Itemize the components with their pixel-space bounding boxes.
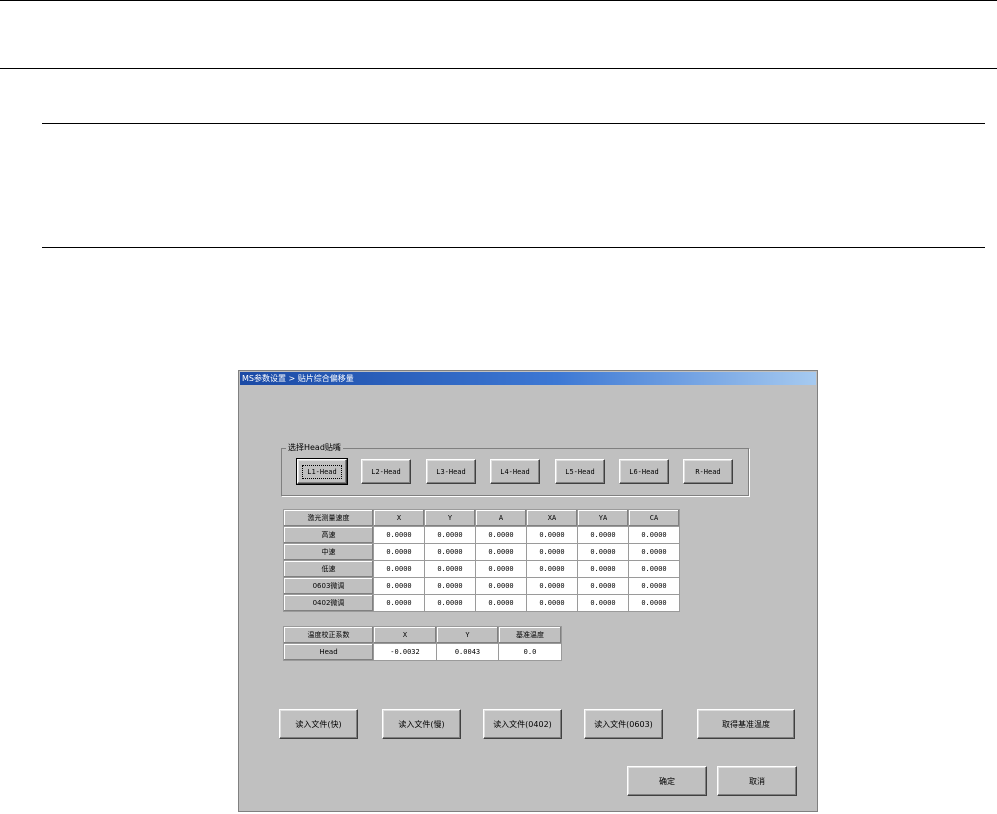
table-cell[interactable]: 0.0000 — [424, 577, 476, 595]
table-cell[interactable]: 0.0000 — [577, 594, 629, 612]
table-cell[interactable]: 0.0000 — [373, 594, 425, 612]
load-file-slow-button[interactable]: 读入文件(慢) — [382, 709, 461, 739]
head-button-l3[interactable]: L3-Head — [426, 459, 476, 484]
load-file-0603-button[interactable]: 读入文件(0603) — [584, 709, 663, 739]
table-row: 0402微调 0.0000 0.0000 0.0000 0.0000 0.000… — [283, 594, 680, 612]
table-cell[interactable]: 0.0000 — [577, 577, 629, 595]
table-cell[interactable]: 0.0000 — [373, 543, 425, 561]
table-cell[interactable]: 0.0000 — [475, 560, 527, 578]
table-cell[interactable]: 0.0000 — [424, 526, 476, 544]
load-file-0402-button[interactable]: 读入文件(0402) — [483, 709, 562, 739]
table-cell[interactable]: 0.0000 — [628, 560, 680, 578]
column-header-a: A — [475, 509, 527, 527]
row-header-high-speed: 高速 — [283, 526, 374, 544]
head-button-l5[interactable]: L5-Head — [555, 459, 605, 484]
column-header-y: Y — [424, 509, 476, 527]
table-cell[interactable]: 0.0000 — [628, 543, 680, 561]
table-cell[interactable]: 0.0000 — [526, 560, 578, 578]
section-rule-lower — [42, 247, 985, 248]
table-cell[interactable]: 0.0000 — [373, 560, 425, 578]
table-cell[interactable]: 0.0000 — [577, 526, 629, 544]
table-cell[interactable]: 0.0000 — [424, 543, 476, 561]
table-cell[interactable]: 0.0000 — [577, 560, 629, 578]
table-cell[interactable]: 0.0000 — [628, 577, 680, 595]
head-select-label: 选择Head贴嘴 — [286, 443, 343, 453]
table-cell[interactable]: 0.0000 — [475, 526, 527, 544]
table-row: 0603微调 0.0000 0.0000 0.0000 0.0000 0.000… — [283, 577, 680, 595]
row-header-0603-tune: 0603微调 — [283, 577, 374, 595]
table-cell[interactable]: 0.0000 — [526, 526, 578, 544]
head-button-l2[interactable]: L2-Head — [361, 459, 411, 484]
column-header-xa: XA — [526, 509, 578, 527]
table-cell[interactable]: 0.0000 — [475, 577, 527, 595]
column-header-ya: YA — [577, 509, 629, 527]
table-cell[interactable]: 0.0000 — [526, 594, 578, 612]
head-select-group: 选择Head贴嘴 L1-Head L2-Head L3-Head L4-Head… — [281, 443, 749, 496]
table-cell[interactable]: 0.0000 — [424, 560, 476, 578]
column-header-x: X — [373, 626, 437, 644]
table-cell[interactable]: 0.0000 — [373, 577, 425, 595]
top-rule — [0, 0, 997, 1]
table-cell[interactable]: 0.0000 — [424, 594, 476, 612]
table-cell[interactable]: 0.0 — [498, 643, 562, 661]
speed-table-corner: 激光测量速度 — [283, 509, 374, 527]
speed-offset-table: 激光测量速度 X Y A XA YA CA 高速 0.0000 0.0000 0… — [283, 509, 680, 612]
ok-button[interactable]: 确定 — [627, 766, 707, 796]
offset-settings-dialog: MS参数设置 > 贴片综合偏移量 选择Head贴嘴 L1-Head L2-Hea… — [238, 370, 818, 812]
temperature-correction-table: 温度校正系数 X Y 基准温度 Head -0.0032 0.0043 0.0 — [283, 626, 562, 661]
get-base-temperature-button[interactable]: 取得基准温度 — [697, 709, 795, 739]
column-header-ca: CA — [628, 509, 680, 527]
table-cell[interactable]: 0.0000 — [628, 594, 680, 612]
table-cell[interactable]: 0.0000 — [526, 543, 578, 561]
table-header-row: 温度校正系数 X Y 基准温度 — [283, 626, 562, 644]
row-header-head: Head — [283, 643, 374, 661]
column-header-y: Y — [436, 626, 499, 644]
dialog-title: MS参数设置 > 贴片综合偏移量 — [240, 372, 816, 385]
table-cell[interactable]: 0.0000 — [373, 526, 425, 544]
table-row: Head -0.0032 0.0043 0.0 — [283, 643, 562, 661]
table-row: 低速 0.0000 0.0000 0.0000 0.0000 0.0000 0.… — [283, 560, 680, 578]
table-row: 高速 0.0000 0.0000 0.0000 0.0000 0.0000 0.… — [283, 526, 680, 544]
table-cell[interactable]: 0.0000 — [475, 543, 527, 561]
table-cell[interactable]: 0.0000 — [526, 577, 578, 595]
table-header-row: 激光测量速度 X Y A XA YA CA — [283, 509, 680, 527]
table-cell[interactable]: -0.0032 — [373, 643, 437, 661]
row-header-low-speed: 低速 — [283, 560, 374, 578]
head-button-l1[interactable]: L1-Head — [296, 458, 348, 485]
column-header-x: X — [373, 509, 425, 527]
header-rule — [0, 68, 997, 69]
column-header-base-temperature: 基准温度 — [498, 626, 562, 644]
head-button-l6[interactable]: L6-Head — [619, 459, 669, 484]
head-button-l4[interactable]: L4-Head — [490, 459, 540, 484]
row-header-medium-speed: 中速 — [283, 543, 374, 561]
head-button-r[interactable]: R-Head — [683, 459, 733, 484]
table-cell[interactable]: 0.0000 — [577, 543, 629, 561]
table-row: 中速 0.0000 0.0000 0.0000 0.0000 0.0000 0.… — [283, 543, 680, 561]
row-header-0402-tune: 0402微调 — [283, 594, 374, 612]
load-file-fast-button[interactable]: 读入文件(快) — [279, 709, 358, 739]
section-rule-upper — [42, 123, 985, 124]
table-cell[interactable]: 0.0000 — [475, 594, 527, 612]
cancel-button[interactable]: 取消 — [717, 766, 797, 796]
temp-table-corner: 温度校正系数 — [283, 626, 374, 644]
table-cell[interactable]: 0.0043 — [436, 643, 499, 661]
table-cell[interactable]: 0.0000 — [628, 526, 680, 544]
